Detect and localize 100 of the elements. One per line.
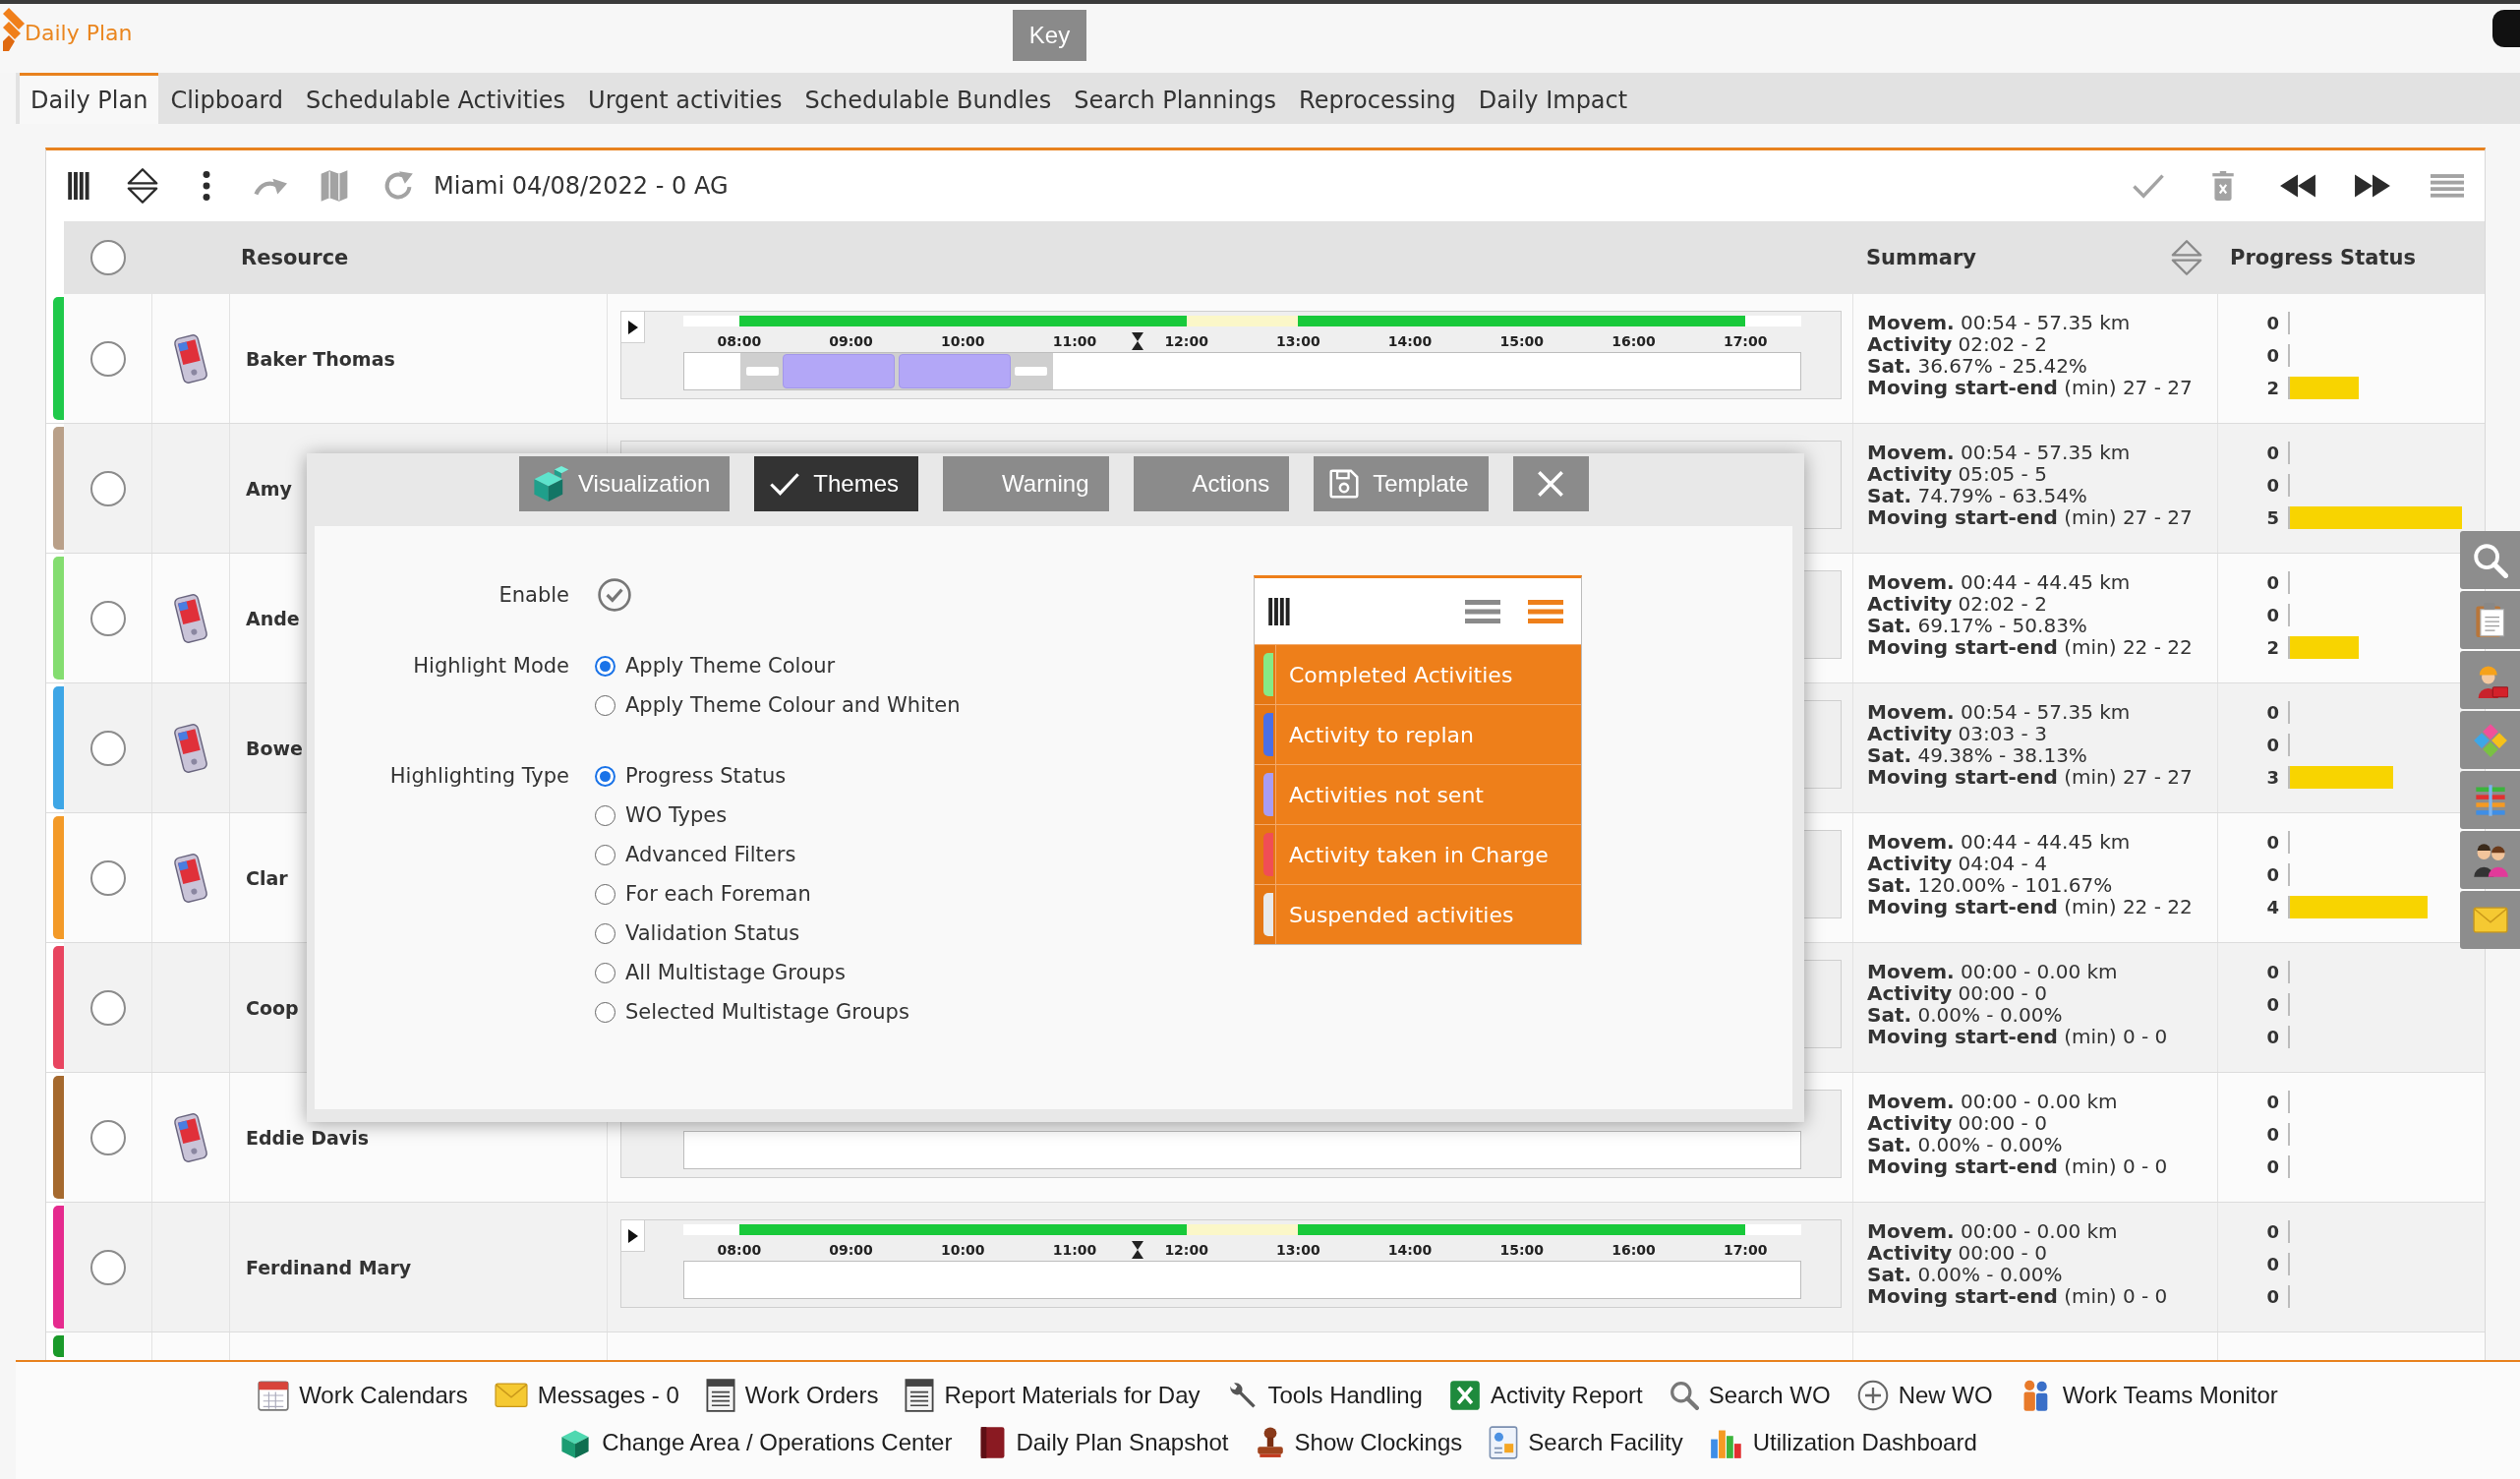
legend-label: Suspended activities bbox=[1288, 902, 1514, 927]
radio-button[interactable] bbox=[595, 694, 615, 716]
select-all-checkbox[interactable] bbox=[90, 240, 126, 275]
quick-link[interactable]: Utilization Dashboard bbox=[1709, 1426, 1977, 1459]
up-down-arrows-icon bbox=[126, 168, 158, 204]
legend-label: Activity taken in Charge bbox=[1288, 842, 1549, 867]
row-checkbox[interactable] bbox=[89, 1249, 126, 1285]
summary-line: Sat. 74.79% - 63.54% bbox=[1867, 485, 2088, 506]
quick-link[interactable]: Daily Plan Snapshot bbox=[978, 1426, 1229, 1459]
hour-label: 08:00 bbox=[717, 1241, 762, 1260]
nav-tab[interactable]: Schedulable Bundles bbox=[793, 73, 1063, 124]
quick-link[interactable]: Work Orders bbox=[705, 1379, 879, 1412]
radio-button[interactable] bbox=[595, 883, 615, 905]
field-label: Highlighting Type bbox=[389, 763, 569, 790]
check-circle-icon bbox=[598, 578, 631, 612]
row-checkbox[interactable] bbox=[89, 1119, 126, 1155]
list-view-button[interactable] bbox=[1528, 599, 1563, 623]
radio-label: For each Foreman bbox=[625, 882, 811, 906]
resource-name: Bowe bbox=[246, 737, 303, 759]
quick-link[interactable]: Change Area / Operations Center bbox=[558, 1427, 953, 1458]
quick-link[interactable]: New WO bbox=[1856, 1380, 1993, 1411]
radio-button[interactable] bbox=[595, 1001, 615, 1023]
book-icon bbox=[978, 1426, 1007, 1459]
radio-label: Progress Status bbox=[625, 764, 787, 788]
side-tool-button[interactable] bbox=[2460, 651, 2520, 709]
columns-button[interactable] bbox=[1268, 597, 1290, 625]
list-icon bbox=[1528, 599, 1563, 623]
hour-label: 10:00 bbox=[940, 1241, 985, 1260]
quick-link[interactable]: Report Materials for Day bbox=[905, 1379, 1201, 1412]
radio-button[interactable] bbox=[595, 844, 615, 865]
radio-button[interactable] bbox=[595, 655, 615, 677]
summary-line: Sat. 120.00% - 101.67% bbox=[1867, 874, 2114, 896]
play-icon bbox=[627, 320, 638, 334]
play-button[interactable] bbox=[621, 1220, 645, 1252]
resource-name: Eddie Davis bbox=[246, 1126, 369, 1149]
hour-label: 12:00 bbox=[1164, 332, 1208, 351]
document-icon bbox=[1489, 1426, 1519, 1459]
nav-tab[interactable]: Schedulable Activities bbox=[295, 73, 577, 124]
summary-line: Moving start-end (min) 22 - 22 bbox=[1867, 896, 2194, 917]
quick-link[interactable]: Search Facility bbox=[1489, 1426, 1683, 1459]
nav-tab[interactable]: Daily Plan bbox=[20, 73, 159, 124]
field-label: Highlight Mode bbox=[413, 653, 569, 680]
hourglass-icon bbox=[1131, 332, 1143, 350]
hour-label: 08:00 bbox=[717, 332, 762, 351]
dialog-tab[interactable]: Themes bbox=[754, 456, 918, 511]
play-button[interactable] bbox=[621, 312, 645, 343]
quick-link[interactable]: Activity Report bbox=[1448, 1380, 1643, 1411]
radio-button[interactable] bbox=[595, 922, 615, 944]
fast-forward-icon bbox=[2354, 174, 2391, 198]
summary-line: Sat. 69.17% - 50.83% bbox=[1867, 615, 2088, 636]
radio-label: WO Types bbox=[625, 803, 728, 827]
side-tool-button[interactable] bbox=[2460, 831, 2520, 889]
row-checkbox[interactable] bbox=[89, 989, 126, 1026]
progress-count: 0 bbox=[2265, 701, 2279, 723]
close-icon bbox=[1537, 470, 1565, 498]
resource-name: Baker Thomas bbox=[246, 347, 395, 370]
calendar-icon bbox=[258, 1380, 290, 1411]
close-button[interactable] bbox=[1512, 456, 1589, 511]
row-checkbox[interactable] bbox=[89, 470, 126, 506]
corner-tab-icon bbox=[2492, 10, 2520, 47]
resource-name: Clar bbox=[246, 866, 288, 889]
progress-count: 5 bbox=[2265, 506, 2279, 528]
list-view-button[interactable] bbox=[1465, 599, 1500, 623]
quick-link[interactable]: Show Clockings bbox=[1255, 1427, 1463, 1458]
document-icon bbox=[905, 1379, 935, 1412]
progress-count: 0 bbox=[2265, 604, 2279, 625]
radio-button[interactable] bbox=[595, 962, 615, 983]
progress-count: 0 bbox=[2265, 831, 2279, 853]
quick-link[interactable]: Work Teams Monitor bbox=[2019, 1379, 2278, 1412]
quick-link[interactable]: Work Calendars bbox=[258, 1380, 468, 1411]
legend-label: Completed Activities bbox=[1288, 662, 1513, 687]
nav-tab[interactable]: Urgent activities bbox=[577, 73, 793, 124]
row-checkbox[interactable] bbox=[89, 600, 126, 636]
radio-button[interactable] bbox=[595, 765, 615, 787]
progress-count: 0 bbox=[2265, 1026, 2279, 1047]
quick-link[interactable]: Messages - 0 bbox=[494, 1382, 679, 1409]
side-tool-button[interactable] bbox=[2460, 591, 2520, 649]
column-header: Resource bbox=[241, 246, 349, 269]
enable-checkbox[interactable] bbox=[595, 575, 634, 615]
map-icon bbox=[319, 169, 349, 203]
list-icon bbox=[1465, 599, 1500, 623]
quick-link[interactable]: Tools Handling bbox=[1226, 1380, 1423, 1411]
row-checkbox[interactable] bbox=[89, 730, 126, 766]
quick-link[interactable]: Search WO bbox=[1669, 1381, 1831, 1410]
progress-count: 0 bbox=[2265, 571, 2279, 593]
row-checkbox[interactable] bbox=[89, 859, 126, 896]
nav-tab[interactable]: Search Plannings bbox=[1063, 73, 1288, 124]
row-checkbox[interactable] bbox=[89, 340, 126, 377]
rewind-icon bbox=[2279, 174, 2316, 198]
puzzle-icon bbox=[2472, 722, 2508, 758]
nav-tab[interactable]: Daily Impact bbox=[1467, 73, 1639, 124]
summary-line: Movem. 00:00 - 0.00 km bbox=[1867, 1091, 2119, 1112]
radio-label: Apply Theme Colour bbox=[625, 654, 836, 678]
check-icon bbox=[769, 471, 801, 497]
spreadsheet-icon bbox=[1448, 1380, 1481, 1411]
nav-tab[interactable]: Reprocessing bbox=[1288, 73, 1467, 124]
nav-tab[interactable]: Clipboard bbox=[159, 73, 295, 124]
plan-title: Miami 04/08/2022 - 0 AG bbox=[434, 172, 729, 200]
progress-count: 0 bbox=[2265, 1155, 2279, 1177]
radio-button[interactable] bbox=[595, 804, 615, 826]
